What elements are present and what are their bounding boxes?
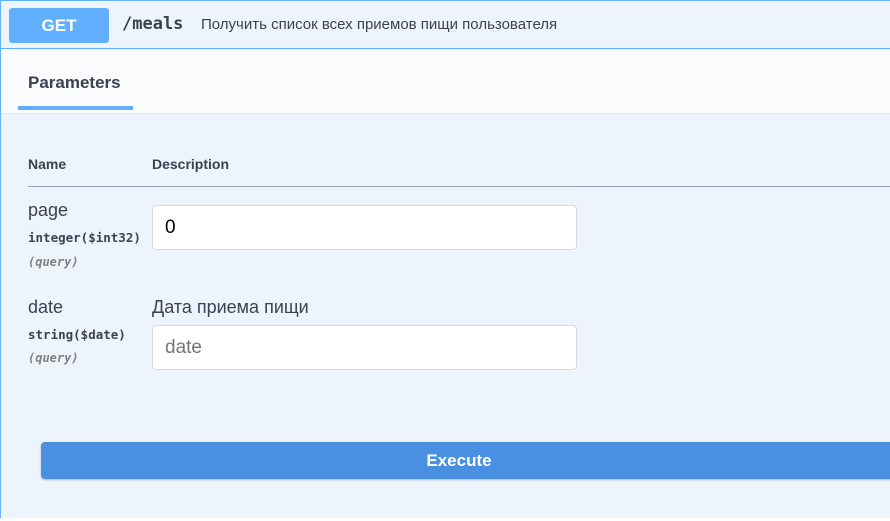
parameter-name: page	[28, 200, 69, 220]
operation-summary[interactable]: GET /meals Получить список всех приемов …	[1, 1, 890, 49]
operation-path: /meals	[122, 14, 184, 34]
parameters-section-header	[1, 50, 890, 114]
parameter-type: integer($int32)	[28, 230, 141, 245]
operation-block: GET /meals Получить список всех приемов …	[0, 0, 890, 518]
parameter-location: (query)	[28, 351, 79, 365]
tab-parameters[interactable]: Parameters	[28, 73, 121, 93]
method-badge: GET	[9, 8, 109, 43]
parameter-type: string($date)	[28, 327, 126, 342]
table-header-divider	[28, 186, 890, 187]
page-input[interactable]	[152, 205, 577, 250]
tab-active-indicator	[18, 106, 133, 110]
execute-button[interactable]: Execute	[41, 442, 890, 479]
parameter-name: date	[28, 297, 64, 317]
operation-summary-text: Получить список всех приемов пищи пользо…	[201, 16, 558, 33]
parameter-description: Дата приема пищи	[152, 297, 309, 317]
date-input[interactable]	[152, 325, 577, 370]
parameter-location: (query)	[28, 255, 79, 269]
column-header-description: Description	[152, 156, 230, 172]
column-header-name: Name	[28, 156, 67, 172]
